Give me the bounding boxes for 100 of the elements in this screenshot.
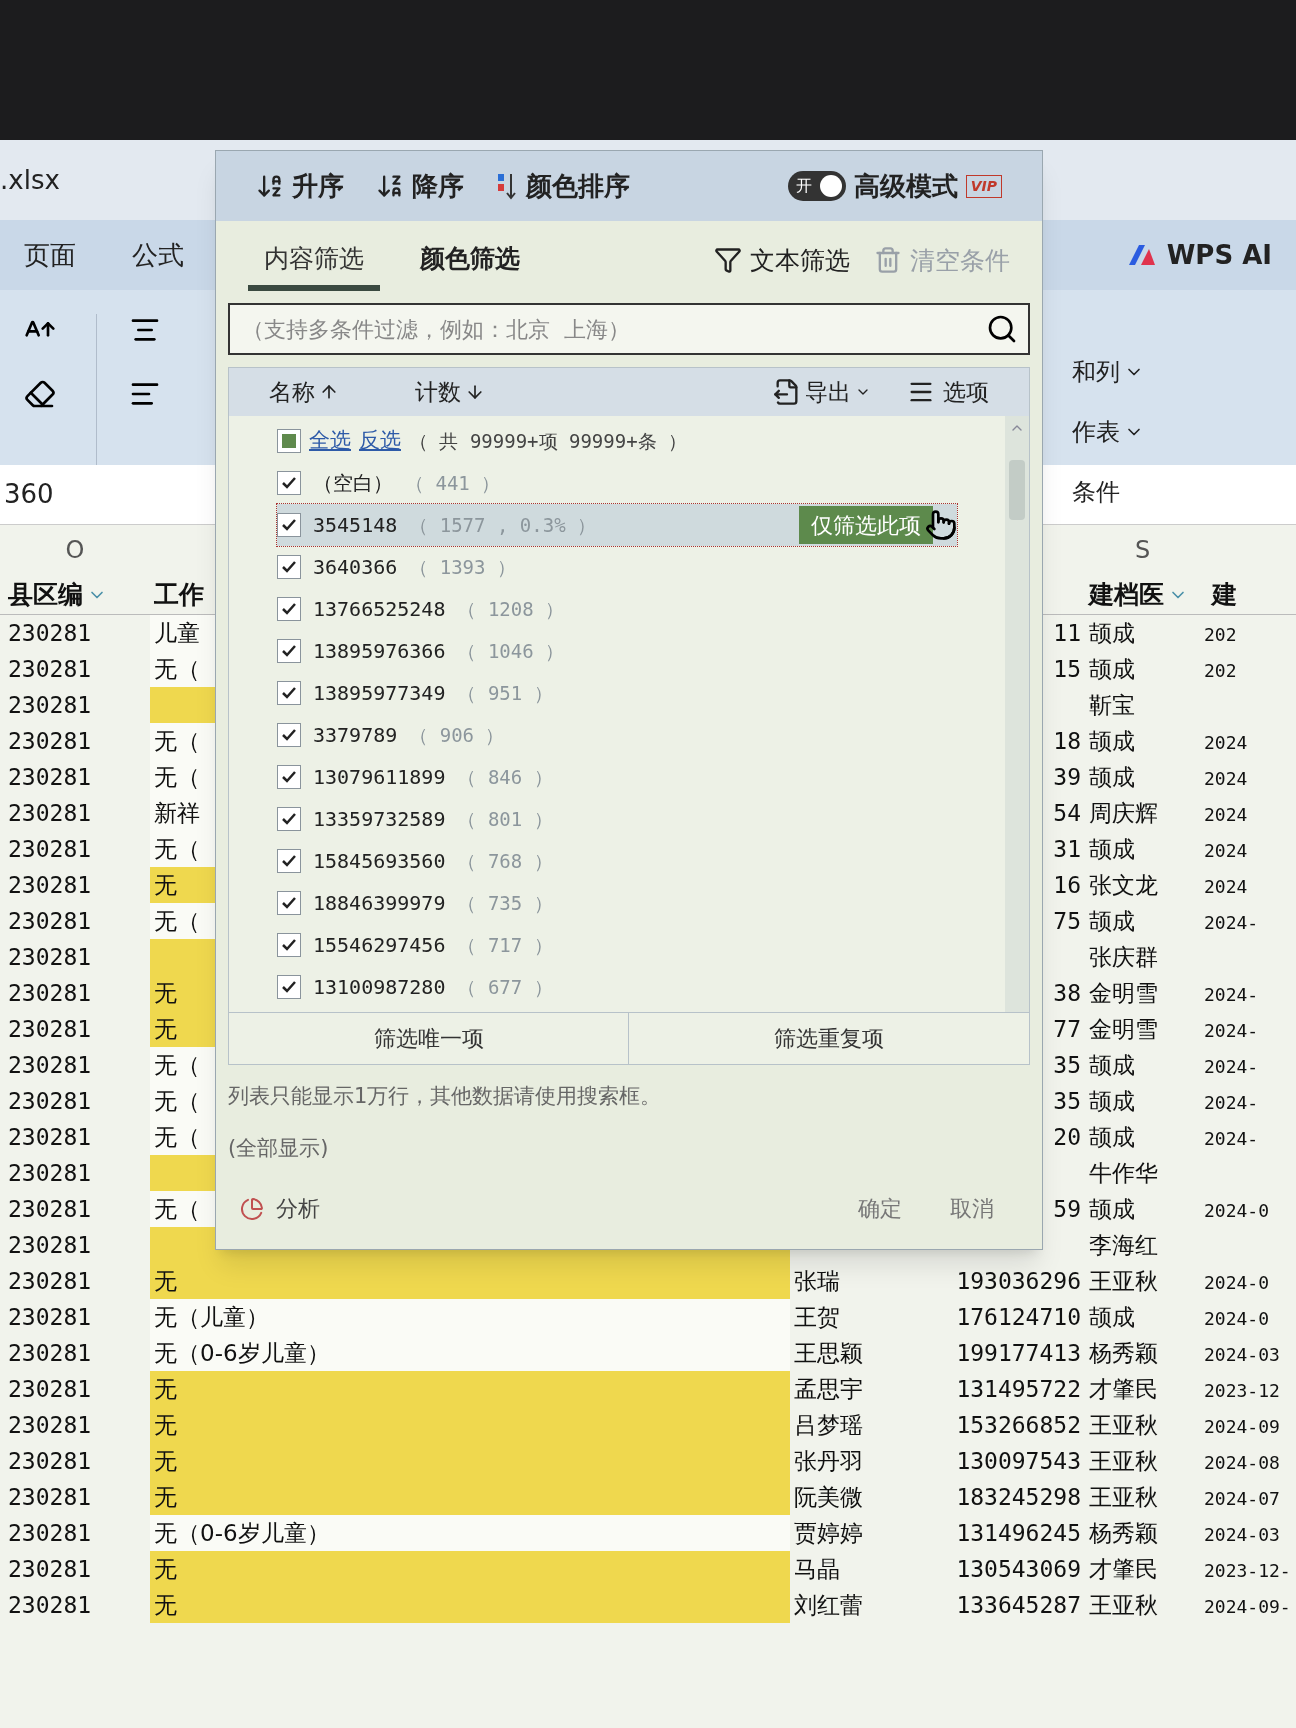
table-cell: 2023-12- [1204, 1559, 1291, 1581]
text-filter-button[interactable]: 文本筛选 [714, 241, 850, 291]
checkbox[interactable] [277, 471, 301, 495]
table-cell: 230281 [8, 1267, 92, 1294]
checkbox[interactable] [277, 933, 301, 957]
table-cell-text: 无（儿童） [154, 1302, 269, 1332]
filter-list-item[interactable]: 13079611899 （ 846 ） [277, 756, 957, 798]
advanced-mode-label: 高级模式 [853, 169, 958, 203]
filter-list-item[interactable]: （空白） （ 441 ） [277, 462, 957, 504]
invert-selection-link[interactable]: 反选 [359, 425, 401, 457]
checkbox[interactable] [277, 639, 301, 663]
checkbox[interactable] [277, 975, 301, 999]
name-sort-button[interactable]: 名称 [269, 374, 339, 410]
eraser-icon[interactable] [24, 378, 56, 410]
table-cell: 230281 [8, 1159, 92, 1186]
filter-list-item[interactable]: 13766525248 （ 1208 ） [277, 588, 957, 630]
checkbox[interactable] [277, 681, 301, 705]
select-all-link[interactable]: 全选 [309, 425, 351, 457]
show-all-link[interactable]: (全部显示) [216, 1132, 341, 1164]
table-cell: 颉成 [1089, 1303, 1135, 1330]
table-cell-text: 无（ [154, 1050, 200, 1080]
table-cell: 颉成 [1089, 835, 1135, 862]
table-cell: 2024- [1204, 911, 1259, 933]
column-header[interactable]: 县区编 [0, 575, 150, 614]
checkbox[interactable] [277, 597, 301, 621]
item-count: （ 801 ） [457, 806, 553, 832]
filter-list-item[interactable]: 18846399979 （ 735 ） [277, 882, 957, 924]
filter-tab[interactable]: 颜色筛选 [404, 239, 536, 291]
filter-list-item[interactable]: 3640366 （ 1393 ） [277, 546, 957, 588]
sort-button[interactable]: 升序 [256, 166, 344, 206]
table-cell: 183245298 [956, 1483, 1081, 1510]
checkbox[interactable] [277, 807, 301, 831]
table-cell-text: 新祥 [154, 798, 200, 828]
table-cell: 颉成 [1089, 1123, 1135, 1150]
item-count: （ 1208 ） [457, 596, 565, 622]
filter-unique-button[interactable]: 筛选唯一项 [229, 1013, 629, 1064]
checkbox[interactable] [277, 849, 301, 873]
checkbox[interactable] [277, 429, 301, 453]
export-icon [773, 378, 801, 406]
table-cell: 杨秀颖 [1089, 1519, 1158, 1546]
table-cell: 230281 [8, 619, 92, 646]
table-cell: 35 [1053, 1087, 1081, 1114]
filter-tab[interactable]: 内容筛选 [248, 239, 380, 291]
table-cell: 54 [1053, 799, 1081, 826]
table-cell-text: 无（0-6岁儿童） [154, 1518, 330, 1548]
checkbox[interactable] [277, 765, 301, 789]
filter-list-item[interactable]: 13895976366 （ 1046 ） [277, 630, 957, 672]
table-cell: 176124710 [956, 1303, 1081, 1330]
check-icon [281, 602, 297, 616]
analysis-button[interactable]: 分析 [240, 1192, 320, 1225]
table-cell: 230281 [8, 943, 92, 970]
sort-button[interactable]: 颜色排序 [496, 166, 630, 206]
table-cell: 230281 [8, 1555, 92, 1582]
summary-text: （ 共 99999+项 99999+条 ） [409, 428, 688, 454]
column-header[interactable]: 建 [1200, 575, 1296, 614]
advanced-mode-switch[interactable]: 开 [787, 171, 846, 201]
table-cell: 才肇民 [1089, 1555, 1158, 1582]
table-cell: 2024-03 [1204, 1343, 1280, 1365]
checkbox[interactable] [277, 723, 301, 747]
scrollbar-thumb[interactable] [1009, 460, 1025, 520]
table-cell: 2023-12 [1204, 1379, 1280, 1401]
filter-list-item[interactable]: 15546297456 （ 717 ） [277, 924, 957, 966]
table-cell-text: 无 [154, 1014, 177, 1044]
item-count: （ 768 ） [457, 848, 553, 874]
ribbon-menu-button[interactable]: 和列 [1072, 354, 1144, 390]
table-cell: 230281 [8, 907, 92, 934]
cancel-button[interactable]: 取消 [926, 1192, 1018, 1225]
filter-list-item[interactable]: 3545148 （ 1577 , 0.3% ） 仅筛选此项 [277, 504, 957, 546]
hand-cursor-icon [925, 509, 957, 541]
ribbon-tab[interactable]: 页面 [24, 235, 76, 275]
checkbox[interactable] [277, 513, 301, 537]
table-cell-text: 无 [154, 1590, 177, 1620]
wps-ai-button[interactable]: WPS AI [1126, 235, 1272, 275]
filter-list-item[interactable]: 13895977349 （ 951 ） [277, 672, 957, 714]
name-box[interactable]: 360 [0, 475, 54, 514]
sort-button[interactable]: 降序 [376, 166, 464, 206]
export-button[interactable]: 导出 [773, 374, 871, 410]
table-cell-text: 无 [154, 1410, 177, 1440]
item-value: 13766525248 [313, 596, 446, 623]
checkbox[interactable] [277, 891, 301, 915]
filter-only-this-button[interactable]: 仅筛选此项 [799, 506, 933, 544]
table-cell: 38 [1053, 979, 1081, 1006]
filter-list-item[interactable]: 15845693560 （ 768 ） [277, 840, 957, 882]
column-header[interactable]: 建档医 [1085, 575, 1200, 614]
ribbon-tab[interactable]: 公式 [132, 235, 184, 275]
count-sort-button[interactable]: 计数 [415, 374, 485, 410]
filter-list-item[interactable]: 13359732589 （ 801 ） [277, 798, 957, 840]
filter-list-item[interactable]: 3379789 （ 906 ） [277, 714, 957, 756]
filter-list-item[interactable]: 13100987280 （ 677 ） [277, 966, 957, 1008]
filter-duplicates-button[interactable]: 筛选重复项 [629, 1013, 1029, 1064]
search-field[interactable]: （支持多条件过滤，例如：北京 上海） [228, 303, 1030, 355]
table-cell: 133645287 [956, 1591, 1081, 1618]
options-button[interactable]: 选项 [907, 374, 989, 410]
ribbon-menu-button[interactable]: 作表 [1072, 414, 1144, 450]
ribbon-menu-button[interactable]: 条件 [1072, 474, 1120, 510]
table-cell: 金明雪 [1089, 979, 1158, 1006]
table-cell-text: 无（ [154, 726, 200, 756]
ok-button[interactable]: 确定 [834, 1192, 926, 1225]
checkbox[interactable] [277, 555, 301, 579]
scrollbar[interactable] [1005, 416, 1029, 1012]
